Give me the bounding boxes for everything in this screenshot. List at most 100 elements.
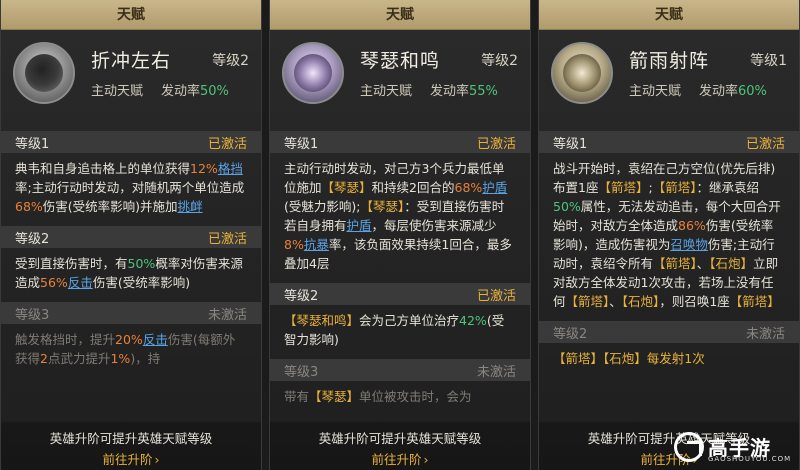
description-text: 20% (115, 332, 143, 347)
level-description: 带有【琴瑟】单位被攻击时，会为 (270, 381, 530, 410)
skill-name: 琴瑟和鸣 (360, 50, 441, 72)
trigger-rate-value: 60% (738, 84, 767, 99)
description-text: 【箭塔】 (652, 180, 697, 195)
talent-type: 主动天赋 (360, 84, 413, 99)
level-label: 等级1 (284, 136, 319, 152)
talent-type: 主动天赋 (91, 84, 144, 99)
keyword-link[interactable]: 护盾 (347, 218, 372, 233)
description-text: 【箭塔】 (653, 256, 697, 271)
avatar-inner (294, 54, 332, 92)
description-text: 伤害(受统率影响)并施加 (42, 199, 178, 214)
goto-ascend-label: 前往升阶 (371, 452, 422, 467)
description-text: 50% (127, 256, 156, 271)
description-text: 1% (110, 351, 131, 366)
avatar-inner (563, 54, 601, 92)
keyword-link[interactable]: 挑衅 (178, 199, 203, 214)
description-text: 、 (696, 256, 710, 271)
description-text: 68% (15, 199, 43, 214)
level-label: 等级2 (284, 288, 319, 304)
talent-avatar-icon (13, 42, 75, 104)
level-bar: 等级1 已激活 (1, 131, 261, 153)
description-text: (受魅力影响); (284, 199, 361, 214)
talent-panel-3: 天赋 箭雨射阵 等级1 主动天赋 发动率60% 等级1 已激活 战斗开始时，袁绍在己方空位(优… (538, 0, 800, 470)
talent-panel-1: 天赋 折冲左右 等级2 主动天赋 发动率50% 等级1 已激活 典韦和自身追击格上的单位获得1… (0, 0, 262, 470)
description-text: 【箭塔】 (598, 180, 649, 195)
level-status: 未激活 (207, 307, 247, 323)
description-text: 受到直接伤害时，有 (15, 256, 128, 271)
keyword-link[interactable]: 反击 (68, 275, 93, 290)
description-text: ，每层使伤害来源减少 (371, 218, 497, 233)
description-text: 【箭塔】 (729, 294, 780, 309)
level-label: 等级2 (553, 326, 588, 342)
trigger-rate: 发动率60% (699, 80, 767, 99)
description-text: ：继承袁绍 (696, 180, 759, 195)
level-label: 等级1 (553, 136, 588, 152)
keyword-link[interactable]: 格挡 (218, 161, 243, 176)
panel-footer: 英雄升阶可提升英雄天赋等级 前往升阶 › (1, 422, 261, 470)
level-bar: 等级1 已激活 (539, 131, 799, 153)
avatar-inner (25, 54, 63, 92)
goto-ascend-label: 前往升阶 (102, 452, 153, 467)
description-text: 会为己方单位治疗 (359, 313, 460, 328)
description-text: 86% (678, 218, 706, 233)
level-status: 已激活 (476, 136, 516, 152)
level-bar: 等级2 未激活 (539, 321, 799, 343)
level-description: 【箭塔】【石炮】每发射1次 (539, 343, 799, 372)
description-text: 典韦和自身追击格上的单位获得 (15, 161, 191, 176)
description-text: 【石炮】 (621, 294, 660, 309)
skill-name: 箭雨射阵 (629, 50, 710, 72)
level-status: 已激活 (207, 136, 247, 152)
talent-avatar-icon (551, 42, 613, 104)
level-bar: 等级3 未激活 (1, 302, 261, 324)
panel-title: 天赋 (270, 0, 530, 30)
chevron-right-icon: › (423, 452, 429, 467)
description-text: 【琴瑟】 (360, 199, 405, 214)
level-label: 等级3 (15, 307, 50, 323)
talent-panel-2: 天赋 琴瑟和鸣 等级2 主动天赋 发动率55% 等级1 已激活 主动行动时发动，对己方3个兵力… (269, 0, 531, 470)
upgrade-tip: 英雄升阶可提升英雄天赋等级 (318, 431, 482, 446)
description-text: 2 (40, 351, 48, 366)
level-bar: 等级2 已激活 (270, 283, 530, 305)
description-text: 12% (190, 161, 218, 176)
level-bar: 等级3 未激活 (270, 359, 530, 381)
chevron-right-icon: › (154, 452, 160, 467)
description-text: 、 (609, 294, 622, 309)
trigger-rate-value: 55% (469, 84, 498, 99)
site-watermark: 高手游 GAOSHOUYOU.COM (674, 432, 792, 466)
description-text: 50% (553, 199, 581, 214)
description-text: 主动行动时发动，对随机两个单位造成 (31, 180, 245, 195)
talent-levels: 等级1 已激活典韦和自身追击格上的单位获得12%格挡率;主动行动时发动，对随机两个… (1, 125, 261, 422)
trigger-rate: 发动率50% (161, 80, 229, 99)
description-text: 68% (454, 180, 483, 195)
watermark-subtext: GAOSHOUYOU.COM (708, 455, 792, 463)
keyword-link[interactable]: 反击 (143, 332, 168, 347)
description-text: 伤害; (707, 237, 738, 252)
talent-level: 等级2 (212, 53, 249, 69)
description-text: 带有 (284, 389, 310, 404)
watermark-logo-icon (674, 432, 704, 462)
keyword-link[interactable]: 召唤物 (670, 237, 708, 252)
talent-level: 等级2 (481, 53, 518, 69)
description-text: 率; (15, 180, 32, 195)
talent-levels: 等级1 已激活 战斗开始时，袁绍在己方空位(优先后排)布置1座【箭塔】;【箭塔】：继… (539, 125, 799, 422)
talent-level: 等级1 (750, 53, 787, 69)
level-description: 典韦和自身追击格上的单位获得12%格挡率;主动行动时发动，对随机两个单位造成 68… (1, 153, 261, 220)
description-text: ，则召唤1座 (659, 294, 730, 309)
skill-name: 折冲左右 (91, 50, 172, 72)
goto-ascend-link[interactable]: 前往升阶 › (270, 449, 530, 468)
level-label: 等级2 (15, 231, 50, 247)
goto-ascend-link[interactable]: 前往升阶 › (1, 449, 261, 468)
keyword-link[interactable]: 护盾 (482, 180, 507, 195)
keyword-link[interactable]: 抗暴 (304, 237, 329, 252)
talent-levels: 等级1 已激活 主动行动时发动，对己方3个兵力最低单位施加【琴瑟】和持续2回合的68… (270, 125, 530, 422)
level-label: 等级3 (284, 364, 319, 380)
description-text: 8% (284, 237, 304, 252)
level-status: 未激活 (476, 364, 516, 380)
description-text: 56% (40, 275, 68, 290)
level-bar: 等级1 已激活 (270, 131, 530, 153)
talent-avatar-icon (282, 42, 344, 104)
trigger-rate-value: 50% (200, 84, 229, 99)
description-text: 伤害(受统率影响) (92, 275, 191, 290)
description-text: )，持 (130, 351, 161, 366)
level-label: 等级1 (15, 136, 50, 152)
